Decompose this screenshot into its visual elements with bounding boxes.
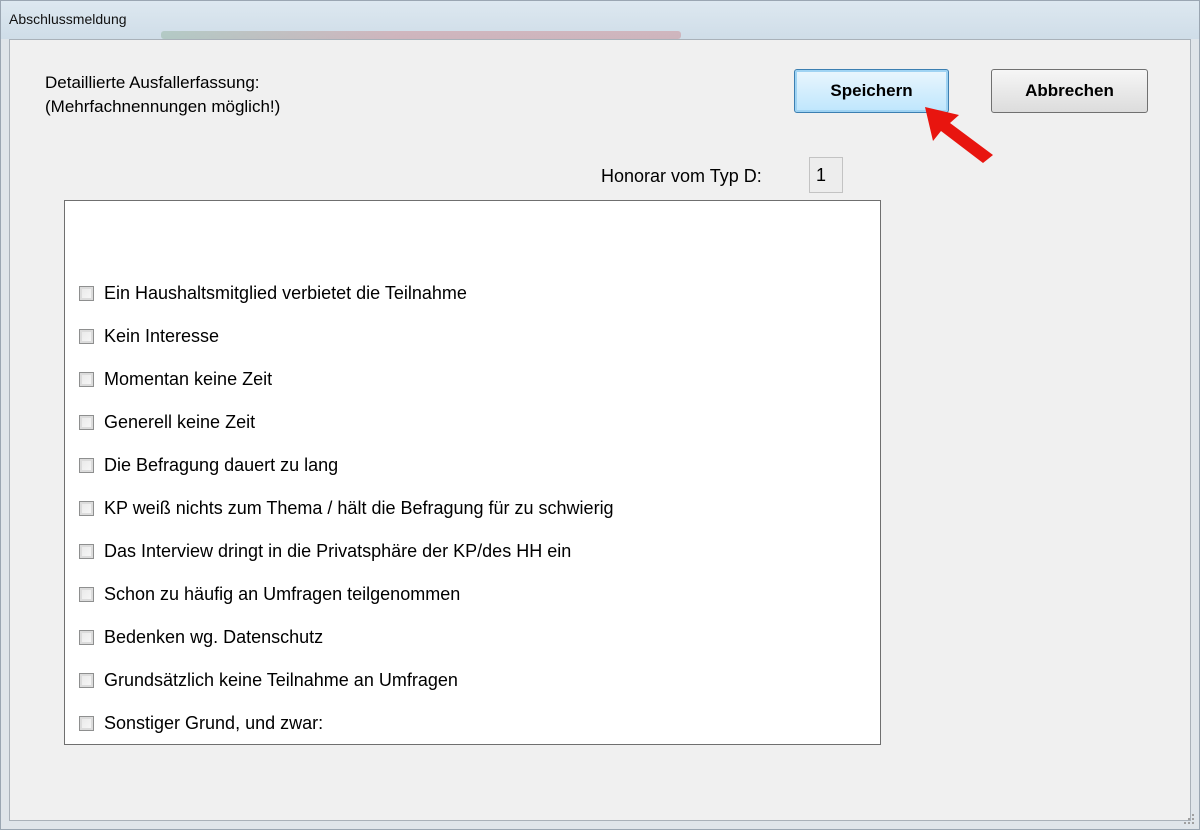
reason-checkbox[interactable]	[79, 371, 94, 387]
instruction-line-1: Detaillierte Ausfallerfassung:	[45, 73, 260, 92]
reason-item[interactable]: Ein Haushaltsmitglied verbietet die Teil…	[79, 279, 467, 307]
reason-item[interactable]: Das Interview dringt in die Privatsphäre…	[79, 537, 571, 565]
resize-grip-icon[interactable]	[1183, 813, 1195, 825]
reason-label[interactable]: Das Interview dringt in die Privatsphäre…	[104, 541, 571, 562]
reason-item[interactable]: Generell keine Zeit	[79, 408, 255, 436]
reason-item[interactable]: Sonstiger Grund, und zwar:	[79, 709, 323, 737]
red-arrow-icon	[925, 107, 993, 163]
reason-checkbox[interactable]	[79, 328, 94, 344]
window-title: Abschlussmeldung	[9, 11, 127, 27]
title-bar[interactable]: Abschlussmeldung	[1, 1, 1199, 39]
reason-checkbox[interactable]	[79, 543, 94, 559]
reason-item[interactable]: Die Befragung dauert zu lang	[79, 451, 338, 479]
reasons-checklist: Ein Haushaltsmitglied verbietet die Teil…	[64, 200, 881, 745]
reason-label[interactable]: Die Befragung dauert zu lang	[104, 455, 338, 476]
reason-checkbox[interactable]	[79, 414, 94, 430]
reason-label[interactable]: Bedenken wg. Datenschutz	[104, 627, 323, 648]
reason-label[interactable]: Schon zu häufig an Umfragen teilgenommen	[104, 584, 460, 605]
reason-item[interactable]: Momentan keine Zeit	[79, 365, 272, 393]
reason-checkbox[interactable]	[79, 715, 94, 731]
reason-item[interactable]: Kein Interesse	[79, 322, 219, 350]
instruction-text: Detaillierte Ausfallerfassung: (Mehrfach…	[45, 71, 280, 119]
reason-checkbox[interactable]	[79, 285, 94, 301]
reason-label[interactable]: Grundsätzlich keine Teilnahme an Umfrage…	[104, 670, 458, 691]
reason-checkbox[interactable]	[79, 672, 94, 688]
window-right-border	[1191, 39, 1199, 821]
reason-checkbox[interactable]	[79, 629, 94, 645]
reason-item[interactable]: Schon zu häufig an Umfragen teilgenommen	[79, 580, 460, 608]
reason-label[interactable]: Generell keine Zeit	[104, 412, 255, 433]
reason-label[interactable]: KP weiß nichts zum Thema / hält die Befr…	[104, 498, 614, 519]
reason-item[interactable]: Grundsätzlich keine Teilnahme an Umfrage…	[79, 666, 458, 694]
cancel-button[interactable]: Abbrechen	[991, 69, 1148, 113]
instruction-line-2: (Mehrfachnennungen möglich!)	[45, 97, 281, 116]
reason-label[interactable]: Ein Haushaltsmitglied verbietet die Teil…	[104, 283, 467, 304]
reason-checkbox[interactable]	[79, 586, 94, 602]
reason-checkbox[interactable]	[79, 457, 94, 473]
reason-label[interactable]: Kein Interesse	[104, 326, 219, 347]
background-ghost-text	[161, 31, 681, 39]
reason-item[interactable]: Bedenken wg. Datenschutz	[79, 623, 323, 651]
reason-label[interactable]: Momentan keine Zeit	[104, 369, 272, 390]
honorar-value-field: 1	[809, 157, 843, 193]
reason-item[interactable]: KP weiß nichts zum Thema / hält die Befr…	[79, 494, 614, 522]
dialog-window: Abschlussmeldung Detaillierte Ausfallerf…	[0, 0, 1200, 830]
honorar-label: Honorar vom Typ D:	[601, 166, 762, 186]
reason-checkbox[interactable]	[79, 500, 94, 516]
reason-label[interactable]: Sonstiger Grund, und zwar:	[104, 713, 323, 734]
